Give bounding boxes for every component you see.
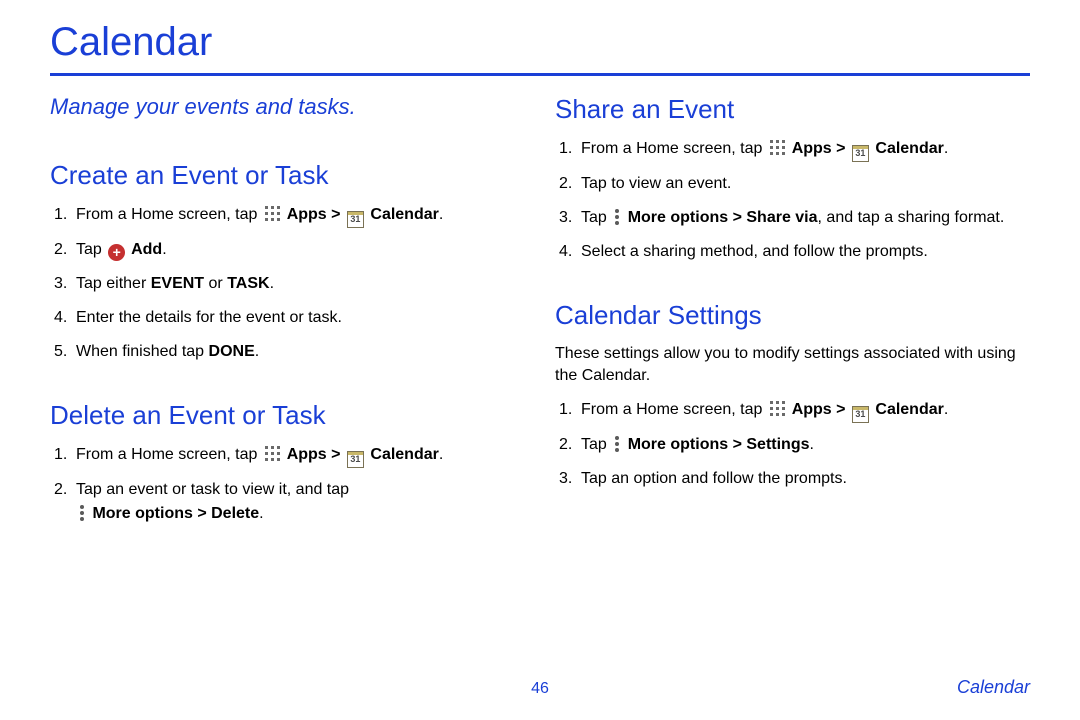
- list-item: Tap either EVENT or TASK.: [50, 272, 525, 296]
- step-text: Tap an event or task to view it, and tap: [76, 481, 349, 498]
- delete-section: Delete an Event or Task From a Home scre…: [50, 400, 525, 526]
- create-heading: Create an Event or Task: [50, 160, 525, 191]
- calendar-icon: 31: [852, 145, 869, 162]
- step-text: .: [439, 206, 443, 223]
- more-options-icon: [78, 504, 86, 522]
- list-item: Tap an event or task to view it, and tap…: [50, 478, 525, 526]
- step-text: .: [162, 241, 166, 258]
- list-item: Tap to view an event.: [555, 172, 1030, 196]
- list-item: Tap + Add.: [50, 238, 525, 262]
- settings-steps: From a Home screen, tap Apps > 31 Calend…: [555, 398, 1030, 491]
- add-label: Add: [127, 241, 162, 258]
- apps-label: Apps >: [788, 401, 850, 418]
- calendar-label: Calendar: [871, 140, 944, 157]
- calendar-label: Calendar: [366, 446, 439, 463]
- calendar-icon: 31: [852, 406, 869, 423]
- step-text: From a Home screen, tap: [581, 140, 767, 157]
- step-text: .: [259, 505, 263, 522]
- step-text: .: [255, 343, 259, 360]
- more-options-icon: [613, 435, 621, 453]
- step-text: .: [944, 140, 948, 157]
- apps-grid-icon: [769, 400, 786, 417]
- step-text: Tap either: [76, 275, 151, 292]
- step-text: From a Home screen, tap: [581, 401, 767, 418]
- more-options-icon: [613, 208, 621, 226]
- share-section: Share an Event From a Home screen, tap A…: [555, 94, 1030, 264]
- task-label: TASK: [227, 275, 269, 292]
- calendar-icon: 31: [347, 451, 364, 468]
- step-text: .: [944, 401, 948, 418]
- step-text: Tap: [581, 209, 611, 226]
- step-text: From a Home screen, tap: [76, 206, 262, 223]
- delete-steps: From a Home screen, tap Apps > 31 Calend…: [50, 443, 525, 526]
- list-item: Tap More options > Share via, and tap a …: [555, 206, 1030, 230]
- list-item: Tap an option and follow the prompts.: [555, 467, 1030, 491]
- create-section: Create an Event or Task From a Home scre…: [50, 160, 525, 364]
- step-text: When finished tap: [76, 343, 209, 360]
- step-text: From a Home screen, tap: [76, 446, 262, 463]
- share-steps: From a Home screen, tap Apps > 31 Calend…: [555, 137, 1030, 264]
- apps-label: Apps >: [283, 446, 345, 463]
- step-text: Tap: [76, 241, 106, 258]
- settings-section: Calendar Settings These settings allow y…: [555, 300, 1030, 491]
- apps-grid-icon: [264, 445, 281, 462]
- left-column: Manage your events and tasks. Create an …: [50, 94, 525, 536]
- step-text: .: [270, 275, 274, 292]
- settings-intro: These settings allow you to modify setti…: [555, 343, 1030, 388]
- list-item: From a Home screen, tap Apps > 31 Calend…: [555, 398, 1030, 423]
- settings-heading: Calendar Settings: [555, 300, 1030, 331]
- calendar-label: Calendar: [871, 401, 944, 418]
- calendar-label: Calendar: [366, 206, 439, 223]
- delete-heading: Delete an Event or Task: [50, 400, 525, 431]
- list-item: Select a sharing method, and follow the …: [555, 240, 1030, 264]
- list-item: From a Home screen, tap Apps > 31 Calend…: [50, 443, 525, 468]
- content-columns: Manage your events and tasks. Create an …: [50, 94, 1030, 536]
- page-subtitle: Manage your events and tasks.: [50, 94, 525, 120]
- page-number: 46: [0, 680, 1080, 698]
- step-text: Tap: [581, 436, 611, 453]
- step-text: or: [204, 275, 227, 292]
- apps-label: Apps >: [283, 206, 345, 223]
- list-item: From a Home screen, tap Apps > 31 Calend…: [555, 137, 1030, 162]
- apps-grid-icon: [264, 205, 281, 222]
- step-text: , and tap a sharing format.: [818, 209, 1005, 226]
- add-plus-icon: +: [108, 244, 125, 261]
- step-text: .: [439, 446, 443, 463]
- footer-section-label: Calendar: [957, 677, 1030, 698]
- list-item: When finished tap DONE.: [50, 340, 525, 364]
- list-item: Tap More options > Settings.: [555, 433, 1030, 457]
- done-label: DONE: [209, 343, 255, 360]
- page-title: Calendar: [50, 20, 1030, 65]
- share-heading: Share an Event: [555, 94, 1030, 125]
- right-column: Share an Event From a Home screen, tap A…: [555, 94, 1030, 536]
- list-item: From a Home screen, tap Apps > 31 Calend…: [50, 203, 525, 228]
- step-text: .: [809, 436, 813, 453]
- list-item: Enter the details for the event or task.: [50, 306, 525, 330]
- event-label: EVENT: [151, 275, 204, 292]
- more-delete-label: More options > Delete: [88, 505, 259, 522]
- apps-label: Apps >: [788, 140, 850, 157]
- calendar-icon: 31: [347, 211, 364, 228]
- more-settings-label: More options > Settings: [623, 436, 809, 453]
- title-divider: [50, 73, 1030, 76]
- apps-grid-icon: [769, 139, 786, 156]
- more-share-label: More options > Share via: [623, 209, 817, 226]
- create-steps: From a Home screen, tap Apps > 31 Calend…: [50, 203, 525, 364]
